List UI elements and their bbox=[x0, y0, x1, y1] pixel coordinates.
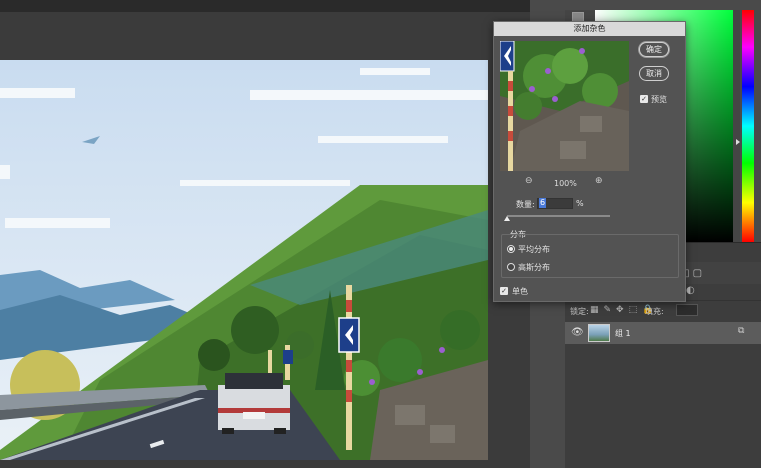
zoom-in-icon[interactable]: ⊕ bbox=[595, 176, 603, 186]
landscape-illustration bbox=[0, 60, 488, 460]
zoom-level: 100% bbox=[554, 179, 577, 188]
add-noise-dialog: 添加杂色 确定 取消 ✓ 预览 ⊖ 100% ⊕ 数量: 6 % 分布 平均分布… bbox=[493, 21, 686, 302]
filter-preview[interactable] bbox=[500, 41, 629, 171]
layer-name[interactable]: 组 1 bbox=[615, 328, 631, 339]
hue-slider[interactable] bbox=[742, 10, 754, 242]
preview-checkbox[interactable]: ✓ bbox=[640, 95, 648, 103]
uniform-radio[interactable] bbox=[507, 245, 515, 253]
fill-input[interactable] bbox=[676, 304, 698, 316]
fill-label: 填充: bbox=[645, 307, 664, 316]
monochromatic-label: 单色 bbox=[512, 287, 528, 296]
blend-toggle-icon[interactable]: ◐ bbox=[686, 285, 695, 296]
monochromatic-checkbox[interactable]: ✓ bbox=[500, 287, 508, 295]
amount-unit: % bbox=[576, 199, 584, 208]
preview-image bbox=[500, 41, 629, 171]
document-canvas[interactable] bbox=[0, 60, 488, 460]
amount-slider-handle[interactable] bbox=[504, 216, 510, 221]
gaussian-label[interactable]: 高斯分布 bbox=[518, 262, 550, 273]
cancel-button[interactable]: 取消 bbox=[639, 66, 669, 81]
uniform-label[interactable]: 平均分布 bbox=[518, 244, 550, 255]
ok-button[interactable]: 确定 bbox=[639, 42, 669, 57]
amount-slider[interactable] bbox=[507, 215, 610, 217]
hue-slider-handle[interactable] bbox=[736, 139, 740, 145]
photoshop-window: ◧ ▢ ◐ 锁定: ▦✎✥⬚🔒 填充: 👁 组 1 ⧉ 添加杂色 确定 取消 ✓… bbox=[0, 0, 761, 468]
canvas-area[interactable] bbox=[0, 12, 530, 468]
preview-label: 预览 bbox=[651, 95, 667, 104]
amount-label: 数量: bbox=[516, 200, 535, 209]
eye-icon[interactable]: 👁 bbox=[571, 327, 584, 338]
zoom-out-icon[interactable]: ⊖ bbox=[525, 176, 533, 186]
amount-value[interactable]: 6 bbox=[539, 198, 547, 208]
layer-thumbnail[interactable] bbox=[588, 324, 610, 342]
dialog-title[interactable]: 添加杂色 bbox=[494, 22, 685, 36]
gaussian-radio[interactable] bbox=[507, 263, 515, 271]
lock-label: 锁定: bbox=[570, 307, 589, 316]
link-icon[interactable]: ⧉ bbox=[738, 326, 744, 336]
